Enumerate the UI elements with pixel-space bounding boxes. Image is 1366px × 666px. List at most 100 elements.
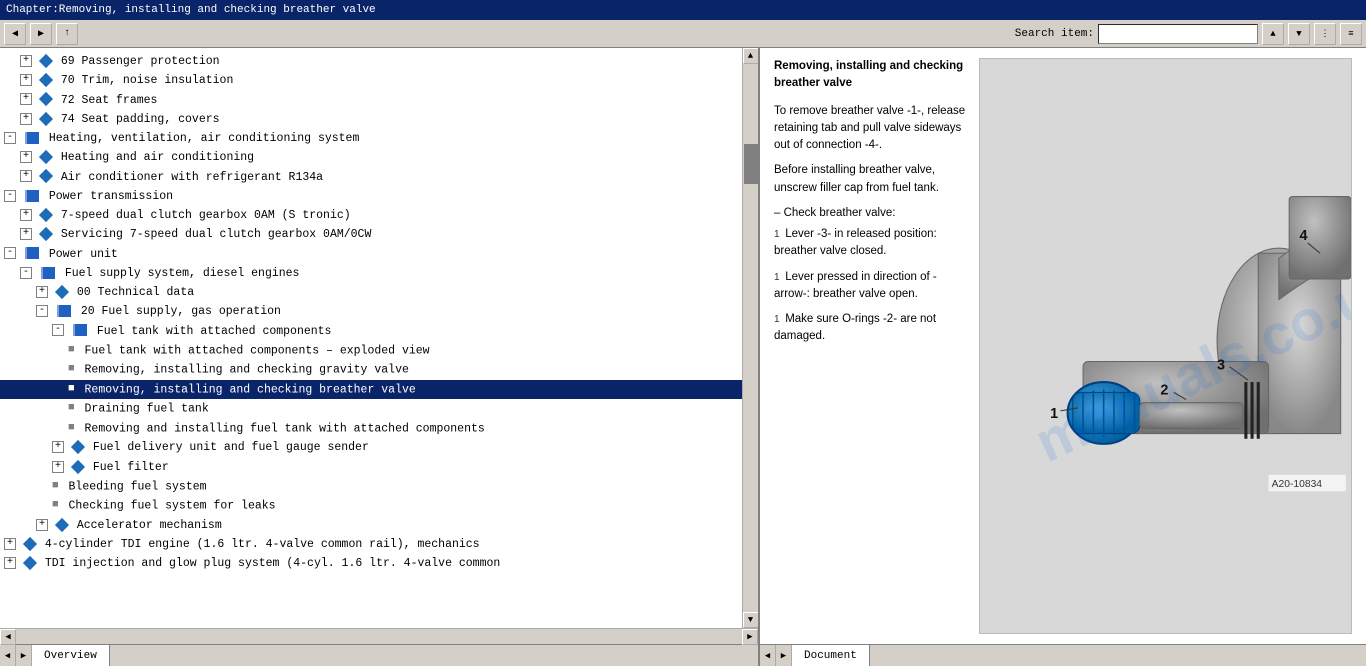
svg-text:4: 4 [1299, 228, 1307, 244]
para-lever-pressed: 1 Lever pressed in direction of -arrow-:… [774, 269, 969, 304]
para-check: – Check breather valve: [774, 205, 969, 222]
tree-item-gravity[interactable]: ■ Removing, installing and checking grav… [0, 360, 742, 380]
tree-label: Heating and air conditioning [61, 151, 254, 164]
tree-item-7spd[interactable]: + 7-speed dual clutch gearbox 0AM (S tro… [0, 206, 742, 225]
doc-nav-next-btn[interactable]: ▶ [776, 645, 792, 666]
search-prev-btn[interactable]: ▲ [1262, 23, 1284, 45]
tree-label: Removing, installing and checking gravit… [85, 364, 409, 377]
expand-icon[interactable]: + [20, 228, 32, 240]
tree-item-exploded[interactable]: ■ Fuel tank with attached components – e… [0, 341, 742, 361]
expand-icon[interactable]: + [4, 557, 16, 569]
tree-hscrollbar[interactable]: ◀ ▶ [0, 628, 758, 644]
content-title: Removing, installing and checking breath… [774, 58, 969, 93]
tree-label: Power transmission [49, 190, 173, 203]
expand-icon[interactable]: - [20, 267, 32, 279]
tree-label: TDI injection and glow plug system (4-cy… [45, 557, 500, 570]
tree-scrollbar[interactable]: ▲ ▼ [742, 48, 758, 628]
expand-icon[interactable]: + [52, 461, 64, 473]
title-text: Chapter:Removing, installing and checkin… [6, 4, 376, 16]
expand-icon[interactable]: + [20, 74, 32, 86]
tree-item-fuel-filter[interactable]: + Fuel filter [0, 458, 742, 477]
tree-item-70[interactable]: + 70 Trim, noise insulation [0, 71, 742, 90]
tab-document[interactable]: Document [792, 645, 870, 666]
tree-item-fuel-tank[interactable]: - Fuel tank with attached components [0, 322, 742, 341]
search-next-btn[interactable]: ▼ [1288, 23, 1310, 45]
toolbar-btn-1[interactable]: ◀ [4, 23, 26, 45]
tree-label: 74 Seat padding, covers [61, 113, 220, 126]
scroll-left-btn[interactable]: ◀ [0, 645, 16, 666]
tree-item-power-trans[interactable]: - Power transmission [0, 187, 742, 206]
image-area: 1 2 3 4 [979, 58, 1352, 634]
expand-icon[interactable]: + [20, 209, 32, 221]
tree-item-bleeding[interactable]: ■ Bleeding fuel system [0, 477, 742, 497]
left-panel: + 69 Passenger protection + 70 Trim, noi… [0, 48, 760, 644]
expand-icon[interactable]: + [20, 151, 32, 163]
expand-icon[interactable]: - [4, 132, 16, 144]
tree-label: Fuel supply system, diesel engines [65, 267, 300, 280]
expand-icon[interactable]: + [20, 55, 32, 67]
scroll-right-btn[interactable]: ▶ [16, 645, 32, 666]
hscroll-left-btn[interactable]: ◀ [0, 629, 16, 645]
tree-label: 72 Seat frames [61, 94, 158, 107]
hscroll-right-btn[interactable]: ▶ [742, 629, 758, 645]
expand-icon[interactable]: - [4, 190, 16, 202]
toolbar-btn-2[interactable]: ▶ [30, 23, 52, 45]
tree-item-tdi-injection[interactable]: + TDI injection and glow plug system (4-… [0, 554, 742, 573]
tree-item-69[interactable]: + 69 Passenger protection [0, 52, 742, 71]
tree-item-74[interactable]: + 74 Seat padding, covers [0, 110, 742, 129]
title-bar: Chapter:Removing, installing and checkin… [0, 0, 1366, 20]
tree-label: 00 Technical data [77, 286, 194, 299]
tree-item-drain[interactable]: ■ Draining fuel tank [0, 399, 742, 419]
view-btn-2[interactable]: ≡ [1340, 23, 1362, 45]
tree-item-ac-r134a[interactable]: + Air conditioner with refrigerant R134a [0, 168, 742, 187]
content-area: Removing, installing and checking breath… [760, 48, 1366, 644]
tree-label: 20 Fuel supply, gas operation [81, 305, 281, 318]
toolbar-btn-3[interactable]: ↑ [56, 23, 78, 45]
expand-icon[interactable]: + [4, 538, 16, 550]
tree-label: Air conditioner with refrigerant R134a [61, 171, 323, 184]
tree-label: Fuel delivery unit and fuel gauge sender [93, 441, 369, 454]
tree-item-power-unit[interactable]: - Power unit [0, 245, 742, 264]
tree-container[interactable]: + 69 Passenger protection + 70 Trim, noi… [0, 48, 742, 628]
tree-label: Removing and installing fuel tank with a… [85, 422, 485, 435]
tree-item-service-7spd[interactable]: + Servicing 7-speed dual clutch gearbox … [0, 225, 742, 244]
tree-label: Accelerator mechanism [77, 519, 222, 532]
left-status: ◀ ▶ Overview [0, 645, 760, 666]
expand-icon[interactable]: + [36, 519, 48, 531]
expand-icon[interactable]: + [20, 93, 32, 105]
expand-icon[interactable]: - [52, 324, 64, 336]
scroll-thumb[interactable] [744, 144, 758, 184]
doc-icon: ■ [68, 420, 75, 437]
tree-item-heating-ac[interactable]: + Heating and air conditioning [0, 148, 742, 167]
expand-icon[interactable]: + [52, 441, 64, 453]
tree-item-heating[interactable]: - Heating, ventilation, air conditioning… [0, 129, 742, 148]
doc-nav-prev-btn[interactable]: ◀ [760, 645, 776, 666]
expand-icon[interactable]: - [4, 247, 16, 259]
expand-icon[interactable]: + [36, 286, 48, 298]
expand-icon[interactable]: + [20, 113, 32, 125]
technical-diagram: 1 2 3 4 [980, 59, 1351, 633]
view-btn-1[interactable]: ⋮ [1314, 23, 1336, 45]
tree-label: Checking fuel system for leaks [69, 500, 276, 513]
scroll-down-btn[interactable]: ▼ [743, 612, 759, 628]
expand-icon[interactable]: + [20, 170, 32, 182]
doc-icon: ■ [68, 361, 75, 378]
tree-item-remove-tank[interactable]: ■ Removing and installing fuel tank with… [0, 419, 742, 439]
main-container: + 69 Passenger protection + 70 Trim, noi… [0, 48, 1366, 644]
tree-item-fuel-delivery[interactable]: + Fuel delivery unit and fuel gauge send… [0, 438, 742, 457]
tree-item-20-fuel[interactable]: - 20 Fuel supply, gas operation [0, 302, 742, 321]
expand-icon[interactable]: - [36, 305, 48, 317]
tab-overview[interactable]: Overview [32, 645, 110, 666]
tree-label: Fuel tank with attached components – exp… [85, 344, 430, 357]
tree-item-72[interactable]: + 72 Seat frames [0, 91, 742, 110]
tree-item-checking-leaks[interactable]: ■ Checking fuel system for leaks [0, 496, 742, 516]
search-input[interactable] [1098, 24, 1258, 44]
tree-item-accelerator[interactable]: + Accelerator mechanism [0, 516, 742, 535]
tree-label: 70 Trim, noise insulation [61, 74, 234, 87]
scroll-up-btn[interactable]: ▲ [743, 48, 759, 64]
tree-item-breather[interactable]: ■ Removing, installing and checking brea… [0, 380, 742, 400]
tree-item-fuel-diesel[interactable]: - Fuel supply system, diesel engines [0, 264, 742, 283]
tree-item-4cyl-tdi[interactable]: + 4-cylinder TDI engine (1.6 ltr. 4-valv… [0, 535, 742, 554]
tree-item-00-tech[interactable]: + 00 Technical data [0, 283, 742, 302]
svg-text:A20-10834: A20-10834 [1272, 479, 1323, 490]
